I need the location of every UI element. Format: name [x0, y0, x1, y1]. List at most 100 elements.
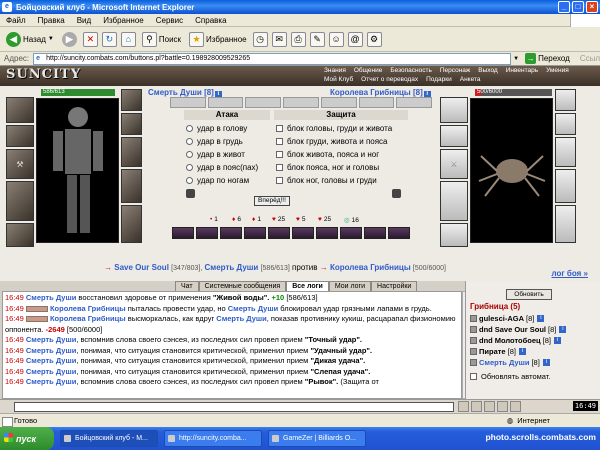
- menu-edit[interactable]: Правка: [32, 16, 71, 25]
- helmet-slot[interactable]: [440, 97, 468, 123]
- ability-slot[interactable]: [245, 97, 282, 108]
- nav-inventory[interactable]: Инвентарь: [502, 66, 542, 75]
- block-option[interactable]: блок ног, головы и груди: [276, 176, 377, 185]
- nav-profile[interactable]: Анкета: [456, 75, 485, 84]
- effect-slot[interactable]: [388, 227, 410, 239]
- roster-player[interactable]: Пирате [8] i: [470, 347, 526, 356]
- effect-slot[interactable]: [196, 227, 218, 239]
- research-icon[interactable]: @: [347, 31, 363, 47]
- refresh-button[interactable]: Обновить: [506, 289, 552, 300]
- roster-player[interactable]: dnd Save Our Soul [8] i: [470, 325, 567, 334]
- effect-slot[interactable]: [316, 227, 338, 239]
- translit-icon[interactable]: [497, 401, 508, 412]
- boots-slot[interactable]: [121, 205, 142, 243]
- boots-slot[interactable]: [555, 205, 576, 243]
- taskbar-item[interactable]: Бойцовский клуб - M...: [60, 430, 158, 447]
- tab-chat[interactable]: Чат: [175, 281, 199, 291]
- menu-tools[interactable]: Сервис: [150, 16, 189, 25]
- nav-transfers[interactable]: Отчет о переводах: [357, 75, 422, 84]
- effect-slot[interactable]: [364, 227, 386, 239]
- tab-settings[interactable]: Настройки: [371, 281, 418, 291]
- smiley-icon[interactable]: [458, 401, 469, 412]
- armor-slot[interactable]: [440, 181, 468, 221]
- earring-slot[interactable]: [440, 125, 468, 147]
- ability-slot[interactable]: [283, 97, 319, 108]
- nav-chat[interactable]: Общение: [350, 66, 387, 75]
- attack-waist[interactable]: удар в пояс(пах): [186, 163, 258, 172]
- messenger-icon[interactable]: ☺: [328, 31, 344, 47]
- amulet-slot[interactable]: [555, 89, 576, 111]
- nav-character[interactable]: Персонаж: [436, 66, 474, 75]
- gloves-slot[interactable]: [555, 137, 576, 167]
- attack-belly[interactable]: удар в живот: [186, 150, 245, 159]
- stop-icon[interactable]: ✕: [82, 31, 98, 47]
- back-button[interactable]: ◀ Назад ▼: [4, 29, 56, 49]
- weapon-slot[interactable]: ⚒: [6, 149, 34, 179]
- effect-slot[interactable]: [340, 227, 362, 239]
- ring-slot[interactable]: [555, 113, 576, 135]
- tab-system[interactable]: Системные сообщения: [198, 281, 287, 291]
- edit-icon[interactable]: ✎: [309, 31, 325, 47]
- url-field[interactable]: http://suncity.combats.com/buttons.pl?ba…: [33, 52, 512, 65]
- block-option[interactable]: блок живота, пояса и ног: [276, 150, 379, 159]
- ability-slot[interactable]: [358, 97, 395, 108]
- maximize-button[interactable]: □: [572, 1, 584, 13]
- weapon-slot[interactable]: ⚔: [440, 149, 468, 179]
- menu-help[interactable]: Справка: [189, 16, 232, 25]
- chat-input[interactable]: [14, 401, 454, 412]
- menu-view[interactable]: Вид: [71, 16, 97, 25]
- mail-icon[interactable]: ✉: [271, 31, 287, 47]
- nav-gifts[interactable]: Подарки: [422, 75, 456, 84]
- block-option[interactable]: блок груди, живота и пояса: [276, 137, 388, 146]
- forward-attack-button[interactable]: Вперёд!!!: [254, 196, 290, 206]
- shield-slot[interactable]: [121, 169, 142, 203]
- effect-slot[interactable]: [268, 227, 290, 239]
- shield-slot[interactable]: [555, 169, 576, 203]
- attack-head[interactable]: удар в голову: [186, 124, 247, 133]
- favorites-button[interactable]: ★ Избранное: [187, 29, 249, 49]
- amulet-slot[interactable]: [121, 89, 142, 111]
- roster-player[interactable]: gulesci-AGA [8] i: [470, 314, 545, 323]
- minimize-button[interactable]: _: [558, 1, 570, 13]
- home-icon[interactable]: ⌂: [120, 31, 136, 47]
- effect-slot[interactable]: [292, 227, 314, 239]
- print-icon[interactable]: ⎙: [290, 31, 306, 47]
- nav-exit[interactable]: Выход: [474, 66, 501, 75]
- refresh-icon[interactable]: ↻: [101, 31, 117, 47]
- roster-player[interactable]: dnd Молотобоец [8] i: [470, 336, 561, 345]
- tab-all-logs[interactable]: Все логи: [286, 281, 329, 291]
- ability-slot[interactable]: [320, 97, 357, 108]
- search-button[interactable]: ⚲ Поиск: [140, 29, 183, 49]
- helmet-slot[interactable]: [6, 97, 34, 123]
- links-label[interactable]: Ссылки: [574, 54, 600, 63]
- menu-favorites[interactable]: Избранное: [97, 16, 150, 25]
- go-button[interactable]: → Переход: [521, 53, 574, 64]
- auto-refresh-checkbox[interactable]: Обновлять автомат.: [470, 372, 550, 381]
- attack-chest[interactable]: удар в грудь: [186, 137, 243, 146]
- sound-icon[interactable]: [510, 401, 521, 412]
- ability-slot[interactable]: [207, 97, 244, 108]
- menu-file[interactable]: Файл: [0, 16, 32, 25]
- attack-legs[interactable]: удар по ногам: [186, 176, 249, 185]
- block-option[interactable]: блок головы, груди и живота: [276, 124, 392, 133]
- chevron-down-icon[interactable]: ▼: [511, 56, 521, 62]
- nav-my-club[interactable]: Мой Клуб: [320, 75, 357, 84]
- clear-icon[interactable]: [484, 401, 495, 412]
- earring-slot[interactable]: [6, 125, 34, 147]
- ring-slot[interactable]: [121, 113, 142, 135]
- gear-icon[interactable]: [186, 189, 195, 198]
- taskbar-item[interactable]: http://suncity.comba...: [164, 430, 262, 447]
- effect-slot[interactable]: [244, 227, 266, 239]
- tools-icon[interactable]: ⚙: [366, 31, 382, 47]
- ability-slot[interactable]: [170, 97, 206, 108]
- effect-slot[interactable]: [172, 227, 194, 239]
- gear-icon[interactable]: [392, 189, 401, 198]
- battle-log-link[interactable]: лог боя »: [552, 269, 588, 278]
- nav-security[interactable]: Безопасность: [386, 66, 435, 75]
- forward-button[interactable]: ▶: [60, 29, 79, 49]
- ability-slot[interactable]: [396, 97, 433, 108]
- start-button[interactable]: пуск: [0, 427, 54, 450]
- belt-slot[interactable]: [6, 223, 34, 247]
- close-button[interactable]: ×: [586, 1, 598, 13]
- nav-knowledge[interactable]: Знания: [320, 66, 350, 75]
